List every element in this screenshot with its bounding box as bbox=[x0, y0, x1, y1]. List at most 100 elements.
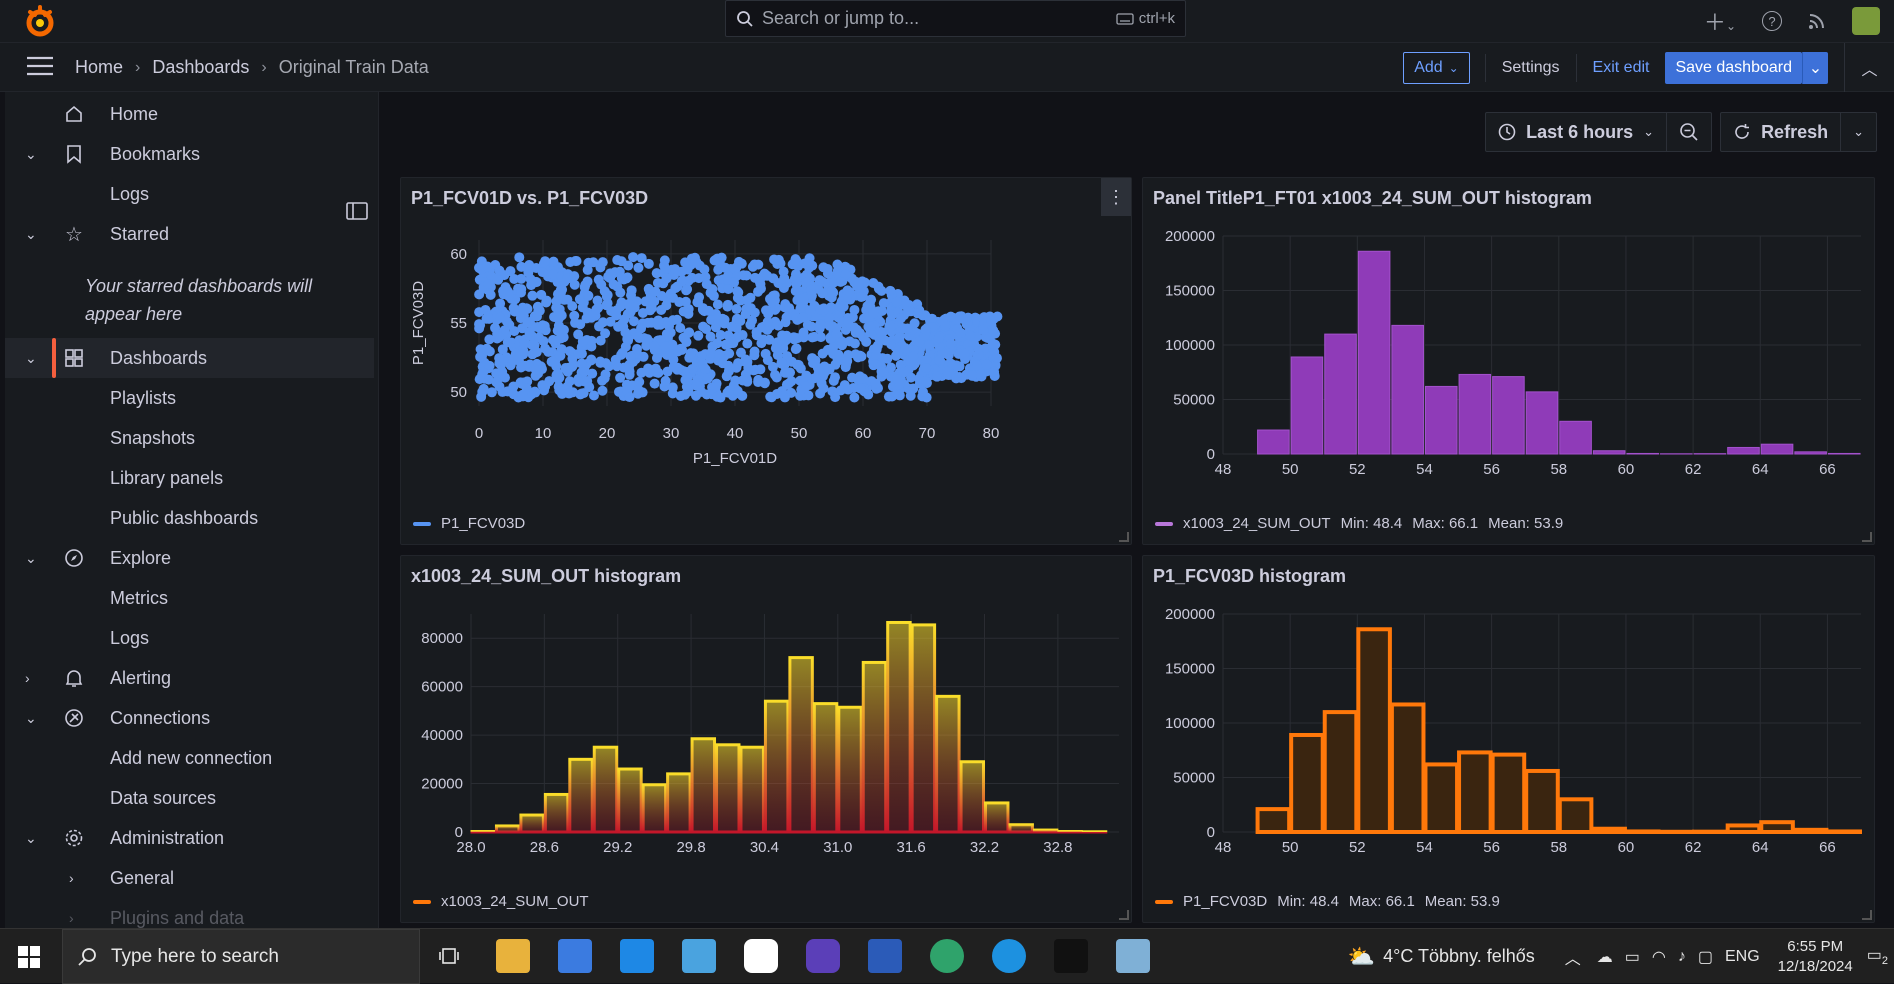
app-icon-2[interactable] bbox=[1116, 939, 1150, 973]
cloud-icon[interactable]: ☁ bbox=[1597, 947, 1613, 967]
legend-label[interactable]: P1_FCV03D bbox=[1183, 893, 1267, 910]
chevron-up-icon[interactable]: ︿ bbox=[1565, 945, 1581, 969]
sidebar-item-data-sources[interactable]: Data sources bbox=[5, 778, 374, 818]
histogram-bar bbox=[1425, 386, 1457, 454]
sidebar-item-dashboards[interactable]: ⌄ Dashboards bbox=[5, 338, 374, 378]
clock[interactable]: 6:55 PM12/18/2024 bbox=[1778, 937, 1853, 977]
scatter-point bbox=[583, 265, 593, 275]
battery-icon[interactable]: ▭ bbox=[1625, 947, 1640, 967]
sidebar-item-starred[interactable]: ⌄ ☆ Starred bbox=[5, 214, 374, 254]
resize-handle[interactable] bbox=[1119, 910, 1129, 920]
sidebar-item-snapshots[interactable]: Snapshots bbox=[5, 418, 374, 458]
sidebar-item-logs[interactable]: Logs bbox=[5, 174, 374, 214]
terminal-icon[interactable] bbox=[1054, 939, 1088, 973]
refresh-button[interactable]: Refresh bbox=[1721, 113, 1840, 151]
scatter-point bbox=[699, 264, 709, 274]
panel-legend: P1_FCV03D bbox=[413, 515, 525, 532]
scatter-point bbox=[978, 325, 988, 335]
sidebar-item-plugins[interactable]: › Plugins and data bbox=[5, 898, 374, 928]
x-tick-label: 50 bbox=[1282, 839, 1299, 856]
sidebar-item-public-dashboards[interactable]: Public dashboards bbox=[5, 498, 374, 538]
sidebar-item-connections[interactable]: ⌄ Connections bbox=[5, 698, 374, 738]
panel-title: P1_FCV01D vs. P1_FCV03D bbox=[411, 188, 648, 209]
notification-icon[interactable]: ▭2 bbox=[1867, 945, 1888, 967]
time-range-button[interactable]: Last 6 hours ⌄ bbox=[1486, 113, 1666, 151]
store-icon[interactable] bbox=[558, 939, 592, 973]
menu-icon[interactable] bbox=[27, 56, 53, 76]
chevron-down-icon[interactable]: ⌄ bbox=[25, 226, 37, 243]
help-icon[interactable]: ? bbox=[1762, 11, 1782, 31]
breadcrumb-home[interactable]: Home bbox=[75, 57, 123, 78]
refresh-interval-chevron-icon[interactable]: ⌄ bbox=[1840, 113, 1876, 151]
scatter-point bbox=[540, 256, 550, 266]
app-icon[interactable] bbox=[744, 939, 778, 973]
rss-icon[interactable] bbox=[1808, 12, 1826, 30]
add-button[interactable]: Add⌄ bbox=[1403, 52, 1470, 84]
panel-scatter[interactable]: P1_FCV01D vs. P1_FCV03D ⋮ 50556001020304… bbox=[400, 177, 1132, 545]
panel-histogram-purple[interactable]: Panel TitleP1_FT01 x1003_24_SUM_OUT hist… bbox=[1142, 177, 1875, 545]
sidebar-item-metrics[interactable]: Metrics bbox=[5, 578, 374, 618]
display-icon[interactable]: ▢ bbox=[1698, 947, 1713, 967]
chevron-right-icon[interactable]: › bbox=[69, 910, 74, 926]
remote-desktop-icon[interactable] bbox=[682, 939, 716, 973]
file-explorer-icon[interactable] bbox=[496, 939, 530, 973]
weather-label[interactable]: 4°C Többny. felhős bbox=[1383, 946, 1535, 967]
plus-icon[interactable]: ＋⌄ bbox=[1704, 5, 1736, 37]
panel-histogram-red[interactable]: x1003_24_SUM_OUT histogram 0200004000060… bbox=[400, 555, 1132, 923]
panel-menu-icon[interactable]: ⋮ bbox=[1101, 178, 1131, 216]
language-indicator[interactable]: ENG bbox=[1725, 948, 1760, 966]
resize-handle[interactable] bbox=[1862, 910, 1872, 920]
zoom-out-button[interactable] bbox=[1666, 113, 1711, 151]
legend-label[interactable]: x1003_24_SUM_OUT bbox=[1183, 515, 1331, 532]
sidebar-item-playlists[interactable]: Playlists bbox=[5, 378, 374, 418]
task-view-icon[interactable] bbox=[433, 939, 467, 973]
scatter-point bbox=[790, 254, 800, 264]
grafana-logo-icon[interactable] bbox=[22, 4, 58, 40]
legend-label[interactable]: x1003_24_SUM_OUT bbox=[441, 893, 589, 910]
exit-edit-button[interactable]: Exit edit bbox=[1577, 52, 1666, 84]
sidebar-item-add-new-connection[interactable]: Add new connection bbox=[5, 738, 374, 778]
search-input[interactable]: Search or jump to... ctrl+k bbox=[725, 0, 1186, 37]
chevron-right-icon[interactable]: › bbox=[25, 670, 30, 686]
windows-start-icon[interactable] bbox=[18, 946, 40, 968]
volume-icon[interactable]: ♪ bbox=[1678, 948, 1686, 966]
chevron-down-icon[interactable]: ⌄ bbox=[25, 710, 37, 727]
scatter-point bbox=[706, 332, 716, 342]
sidebar-item-general[interactable]: › General bbox=[5, 858, 374, 898]
collapse-chevron-up-icon[interactable]: ︿ bbox=[1844, 43, 1894, 92]
wifi-icon[interactable]: ◠ bbox=[1652, 947, 1666, 967]
scatter-point bbox=[498, 387, 508, 397]
edge-icon[interactable] bbox=[930, 939, 964, 973]
resize-handle[interactable] bbox=[1119, 532, 1129, 542]
chevron-down-icon[interactable]: ⌄ bbox=[25, 830, 37, 847]
taskbar-search-input[interactable]: Type here to search bbox=[62, 929, 420, 984]
sidebar-item-explore-logs[interactable]: Logs bbox=[5, 618, 374, 658]
resize-handle[interactable] bbox=[1862, 532, 1872, 542]
chevron-right-icon[interactable]: › bbox=[69, 870, 74, 886]
word-icon[interactable] bbox=[868, 939, 902, 973]
scatter-point bbox=[942, 367, 952, 377]
sidebar-item-explore[interactable]: ⌄ Explore bbox=[5, 538, 374, 578]
avatar[interactable] bbox=[1852, 7, 1880, 35]
scatter-point bbox=[718, 358, 728, 368]
weather-icon[interactable]: ⛅ bbox=[1348, 944, 1375, 970]
home-icon bbox=[63, 103, 85, 125]
chevron-down-icon[interactable]: ⌄ bbox=[25, 550, 37, 567]
sidebar-item-alerting[interactable]: › Alerting bbox=[5, 658, 374, 698]
settings-button[interactable]: Settings bbox=[1486, 52, 1576, 84]
sidebar-item-home[interactable]: Home bbox=[5, 94, 374, 134]
chevron-down-icon[interactable]: ⌄ bbox=[25, 146, 37, 163]
chevron-down-icon[interactable]: ⌄ bbox=[25, 350, 37, 367]
sidebar-item-library-panels[interactable]: Library panels bbox=[5, 458, 374, 498]
sidebar-item-label: Connections bbox=[110, 708, 210, 729]
breadcrumb-dashboards[interactable]: Dashboards bbox=[152, 57, 249, 78]
sidebar-item-bookmarks[interactable]: ⌄ Bookmarks bbox=[5, 134, 374, 174]
save-options-chevron-icon[interactable]: ⌄ bbox=[1802, 52, 1828, 84]
mail-icon[interactable] bbox=[620, 939, 654, 973]
legend-label[interactable]: P1_FCV03D bbox=[441, 515, 525, 532]
panel-histogram-orange[interactable]: P1_FCV03D histogram 05000010000015000020… bbox=[1142, 555, 1875, 923]
save-dashboard-button[interactable]: Save dashboard bbox=[1665, 52, 1802, 84]
sidebar-item-administration[interactable]: ⌄ Administration bbox=[5, 818, 374, 858]
docker-icon[interactable] bbox=[992, 939, 1026, 973]
shield-app-icon[interactable] bbox=[806, 939, 840, 973]
